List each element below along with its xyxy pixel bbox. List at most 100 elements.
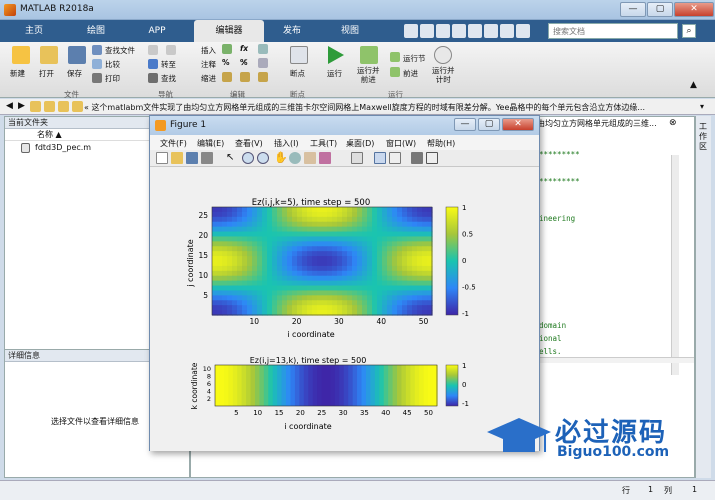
new-file-icon[interactable] — [12, 46, 30, 64]
comment-button[interactable]: 注释 — [201, 59, 216, 70]
smart-indent-icon[interactable] — [222, 72, 232, 82]
find-button[interactable]: 查找 — [161, 73, 176, 84]
run-time-icon[interactable] — [434, 46, 452, 64]
search-input[interactable] — [548, 23, 678, 39]
zoom-in-icon[interactable] — [242, 152, 254, 164]
browse-folder-icon[interactable] — [30, 101, 41, 112]
search-icon[interactable]: ⌕ — [682, 24, 696, 38]
uncomment-icon[interactable]: %̸ — [240, 58, 248, 67]
figure-minimize-button[interactable]: — — [454, 118, 476, 131]
open-button[interactable]: 打开 — [39, 68, 54, 79]
insert-menu-icon[interactable] — [258, 44, 268, 54]
switch-windows-icon[interactable] — [500, 24, 514, 38]
run-button[interactable]: 运行 — [327, 68, 342, 79]
editor-close-icon[interactable]: ⊗ — [669, 118, 677, 128]
zoom-out-icon[interactable] — [257, 152, 269, 164]
rotate-icon[interactable] — [289, 152, 301, 164]
indent-button[interactable]: 缩进 — [201, 73, 216, 84]
open-folder-icon[interactable] — [40, 46, 58, 64]
heatmap-cell — [252, 226, 258, 233]
heatmap-cell — [382, 280, 388, 287]
new-figure-icon[interactable] — [156, 152, 168, 164]
fx-button[interactable]: fx — [240, 44, 248, 53]
data-cursor-icon[interactable] — [304, 152, 316, 164]
copy-icon[interactable] — [436, 24, 450, 38]
colorbar-icon[interactable] — [374, 152, 386, 164]
goto-button[interactable]: 转至 — [161, 59, 176, 70]
pan-icon[interactable]: ✋ — [274, 151, 288, 164]
figure-close-button[interactable]: ✕ — [502, 118, 534, 131]
current-path[interactable]: « 这个matlabm文件实现了由均匀立方网格单元组成的三维笛卡尔空间网格上Ma… — [84, 102, 694, 113]
breakpoints-icon[interactable] — [290, 46, 308, 64]
forward-icon[interactable] — [166, 45, 176, 55]
open-file-icon[interactable] — [171, 152, 183, 164]
forward-arrow-icon[interactable]: ▶ — [18, 101, 25, 111]
menu-window[interactable]: 窗口(W) — [386, 138, 416, 149]
hide-plot-tools-icon[interactable] — [411, 152, 423, 164]
run-icon[interactable] — [328, 46, 344, 64]
back-arrow-icon[interactable]: ◀ — [6, 101, 13, 111]
save-button[interactable]: 保存 — [67, 68, 82, 79]
menu-edit[interactable]: 编辑(E) — [197, 138, 224, 149]
heatmap-cell — [222, 280, 228, 287]
figure-window[interactable]: Figure 1 — ▢ ✕ 文件(F) 编辑(E) 查看(V) 插入(I) 工… — [149, 115, 540, 451]
collapse-ribbon-icon[interactable]: ▲ — [690, 80, 700, 90]
legend-icon[interactable] — [389, 152, 401, 164]
tab-view[interactable]: 视图 — [326, 20, 374, 42]
link-plot-icon[interactable] — [351, 152, 363, 164]
find-files-button[interactable]: 查找文件 — [105, 45, 135, 56]
new-button[interactable]: 新建 — [10, 68, 25, 79]
editor-tab-title[interactable]: 由均匀立方网格单元组成的三维... — [537, 118, 657, 129]
tab-plots[interactable]: 绘图 — [72, 20, 120, 42]
paste-icon[interactable] — [452, 24, 466, 38]
undo-icon[interactable] — [468, 24, 482, 38]
menu-view[interactable]: 查看(V) — [235, 138, 263, 149]
show-plot-tools-icon[interactable] — [426, 152, 438, 164]
back-icon[interactable] — [148, 45, 158, 55]
heatmap-cell — [402, 285, 408, 292]
compare-button[interactable]: 比较 — [105, 59, 120, 70]
menu-desktop[interactable]: 桌面(D) — [346, 138, 374, 149]
figure-maximize-button[interactable]: ▢ — [478, 118, 500, 131]
editor-scrollbar[interactable] — [671, 155, 679, 375]
menu-tools[interactable]: 工具(T) — [310, 138, 337, 149]
heatmap-cell — [387, 236, 393, 242]
pointer-icon[interactable]: ↖ — [226, 152, 234, 163]
up-folder-icon[interactable] — [44, 101, 55, 112]
heatmap-cell — [267, 261, 273, 267]
save-figure-icon[interactable] — [186, 152, 198, 164]
redo-icon[interactable] — [484, 24, 498, 38]
menu-insert[interactable]: 插入(I) — [274, 138, 299, 149]
decrease-indent-icon[interactable] — [258, 72, 268, 82]
help-icon[interactable] — [516, 24, 530, 38]
cut-icon[interactable] — [420, 24, 434, 38]
advance-button[interactable]: 前进 — [403, 68, 418, 79]
run-advance-icon[interactable] — [360, 46, 378, 64]
save-icon[interactable] — [404, 24, 418, 38]
close-button[interactable]: ✕ — [674, 2, 714, 17]
increase-indent-icon[interactable] — [240, 72, 250, 82]
folder-icon[interactable] — [58, 101, 69, 112]
path-dropdown-icon[interactable]: ▾ — [700, 102, 704, 111]
run-advance-button[interactable]: 运行并 前进 — [357, 66, 380, 84]
breakpoints-button[interactable]: 断点 — [290, 68, 305, 79]
insert-button[interactable]: 插入 — [201, 45, 216, 56]
percent-icon[interactable]: % — [222, 58, 230, 67]
tab-editor[interactable]: 编辑器 — [194, 20, 264, 42]
print-figure-icon[interactable] — [201, 152, 213, 164]
brush-icon[interactable] — [319, 152, 331, 164]
run-section-button[interactable]: 运行节 — [403, 53, 426, 64]
minimize-button[interactable]: — — [620, 2, 646, 17]
maximize-button[interactable]: ▢ — [647, 2, 673, 17]
insert-section-icon[interactable] — [222, 44, 232, 54]
wrap-comment-icon[interactable] — [258, 58, 268, 68]
menu-file[interactable]: 文件(F) — [160, 138, 187, 149]
tab-apps[interactable]: APP — [133, 20, 181, 42]
tab-home[interactable]: 主页 — [10, 20, 58, 42]
run-time-button[interactable]: 运行并 计时 — [432, 66, 455, 84]
menu-help[interactable]: 帮助(H) — [427, 138, 455, 149]
print-button[interactable]: 打印 — [105, 73, 120, 84]
heatmap-cell — [412, 256, 418, 262]
save-icon[interactable] — [68, 46, 86, 64]
tab-publish[interactable]: 发布 — [268, 20, 316, 42]
